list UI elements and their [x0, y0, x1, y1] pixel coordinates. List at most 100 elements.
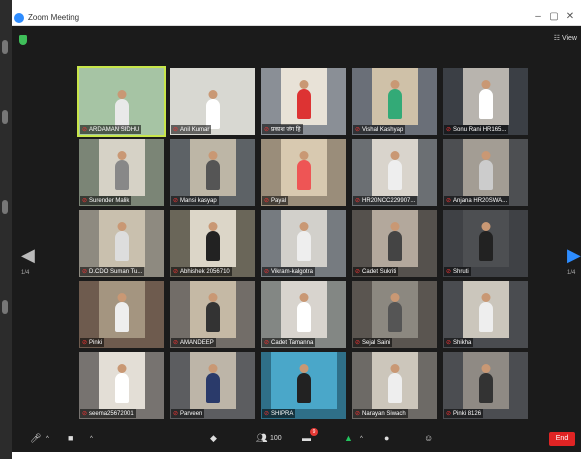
participant-head [481, 80, 490, 89]
participant-name: Anjana HR20SWA... [453, 198, 508, 204]
participant-tile[interactable]: ⊘ Anil Kumar [170, 68, 255, 135]
participant-head [390, 80, 399, 89]
muted-mic-icon: ⊘ [264, 411, 270, 417]
participant-tile[interactable]: ⊘ ARDAMAN SIDHU [77, 66, 166, 137]
next-page-arrow-icon[interactable]: ▶ [567, 245, 581, 266]
participant-tile[interactable]: ⊘ Shikha [443, 281, 528, 348]
record-icon[interactable]: ● [384, 433, 389, 443]
participant-head [390, 364, 399, 373]
participant-tile[interactable]: ⊘ SHIPRA [261, 352, 346, 419]
participant-name: Abhishek 2056710 [180, 269, 230, 275]
participant-tile[interactable]: ⊘ Vikram-kalgotra [261, 210, 346, 277]
participant-name: D.CDO Suman Tu... [89, 269, 143, 275]
audio-options-caret-icon[interactable]: ^ [46, 436, 49, 442]
participant-head [117, 222, 126, 231]
participant-tile[interactable]: ⊘ D.CDO Suman Tu... [79, 210, 164, 277]
participant-name: Mansi kasyap [180, 198, 217, 204]
participant-figure [296, 160, 311, 190]
participant-video [98, 139, 145, 196]
participant-name-label: ⊘ Pinki [80, 338, 105, 347]
participant-name-label: ⊘ Parveen [171, 409, 205, 418]
participant-video [189, 352, 236, 409]
window-title: Zoom Meeting [28, 13, 80, 22]
security-shield-icon[interactable] [19, 35, 27, 45]
participant-tile[interactable]: ⊘ Narayan Siwach [352, 352, 437, 419]
muted-mic-icon: ⊘ [82, 340, 88, 346]
participant-figure [478, 231, 493, 261]
participants-icon[interactable]: 👥︎ [256, 433, 267, 444]
participant-name-label: ⊘ Shruti [444, 267, 471, 276]
participant-name: Surender Malik [89, 198, 130, 204]
participant-tile[interactable]: ⊘ Mansi kasyap [170, 139, 255, 206]
participant-tile[interactable]: ⊘ Sonu Rani HR165... [443, 68, 528, 135]
participant-head [117, 90, 126, 99]
participant-name-label: ⊘ Surender Malik [80, 196, 132, 205]
muted-mic-icon: ⊘ [264, 127, 270, 133]
participant-tile[interactable]: ⊘ Cadet Tamanna [261, 281, 346, 348]
participant-figure [478, 373, 493, 403]
participant-name: Vikram-kalgotra [271, 269, 313, 275]
participant-video [462, 139, 509, 196]
participant-tile[interactable]: ⊘ Surender Malik [79, 139, 164, 206]
security-icon[interactable]: ◆ [210, 433, 217, 444]
participant-figure [114, 302, 129, 332]
participant-video [280, 68, 327, 125]
muted-mic-icon: ⊘ [355, 411, 361, 417]
restore-button[interactable]: ▢ [547, 11, 561, 22]
muted-mic-icon: ⊘ [82, 198, 88, 204]
video-camera-icon[interactable]: ■ [68, 433, 73, 443]
participant-head [390, 293, 399, 302]
participant-video [462, 281, 509, 338]
participant-tile[interactable]: ⊘ Pinki 8126 [443, 352, 528, 419]
reactions-icon[interactable]: ☺ [424, 433, 433, 443]
participant-tile[interactable]: ⊘ Anjana HR20SWA... [443, 139, 528, 206]
close-button[interactable]: ✕ [563, 11, 577, 22]
participant-name-label: ⊘ Vikram-kalgotra [262, 267, 315, 276]
participant-figure [296, 89, 311, 119]
muted-mic-icon: ⊘ [264, 198, 270, 204]
previous-page-arrow-icon[interactable]: ◀ [21, 245, 35, 266]
view-button[interactable]: ☷ View [554, 34, 577, 42]
participant-figure [296, 373, 311, 403]
end-meeting-button[interactable]: End [549, 432, 575, 446]
participant-tile[interactable]: ⊘ Shruti [443, 210, 528, 277]
participant-tile[interactable]: ⊘ Vishal Kashyap [352, 68, 437, 135]
participant-head [299, 293, 308, 302]
muted-mic-icon: ⊘ [355, 269, 361, 275]
participants-count[interactable]: 100 [270, 435, 282, 442]
video-options-caret-icon[interactable]: ^ [90, 436, 93, 442]
participant-tile[interactable]: ⊘ प्रकाश जंग हि [261, 68, 346, 135]
share-screen-icon[interactable]: ▲ [344, 433, 353, 443]
participant-head [208, 222, 217, 231]
participant-tile[interactable]: ⊘ Abhishek 2056710 [170, 210, 255, 277]
participant-video [371, 352, 418, 409]
desktop-artifact [2, 300, 8, 314]
participant-video [371, 139, 418, 196]
participant-name-label: ⊘ Narayan Siwach [353, 409, 408, 418]
participant-tile[interactable]: ⊘ Pinki [79, 281, 164, 348]
participant-name: Pinki 8126 [453, 411, 482, 417]
participant-figure [478, 160, 493, 190]
participant-tile[interactable]: ⊘ Payal [261, 139, 346, 206]
participant-tile[interactable]: ⊘ Parveen [170, 352, 255, 419]
participant-figure [478, 89, 493, 119]
minimize-button[interactable]: – [531, 11, 545, 22]
participant-head [299, 151, 308, 160]
muted-mic-icon: ⊘ [82, 269, 88, 275]
participant-tile[interactable]: ⊘ seema25672001 [79, 352, 164, 419]
muted-mic-icon: ⊘ [173, 411, 179, 417]
page-indicator-left: 1/4 [21, 270, 30, 276]
participant-head [299, 364, 308, 373]
participant-tile[interactable]: ⊘ AMANDEEP [170, 281, 255, 348]
participant-video [270, 352, 337, 409]
microphone-icon[interactable]: 🎤︎ [30, 433, 41, 444]
participant-tile[interactable]: ⊘ Cadet Sukriti [352, 210, 437, 277]
participant-head [390, 151, 399, 160]
share-options-caret-icon[interactable]: ^ [360, 436, 363, 442]
participant-name-label: ⊘ Abhishek 2056710 [171, 267, 232, 276]
participant-video [371, 281, 418, 338]
participant-name: Cadet Tamanna [271, 340, 314, 346]
chat-icon[interactable]: ▬ [302, 433, 311, 443]
participant-tile[interactable]: ⊘ Sejal Saini [352, 281, 437, 348]
participant-tile[interactable]: ⊘ HR20NCC229907... [352, 139, 437, 206]
